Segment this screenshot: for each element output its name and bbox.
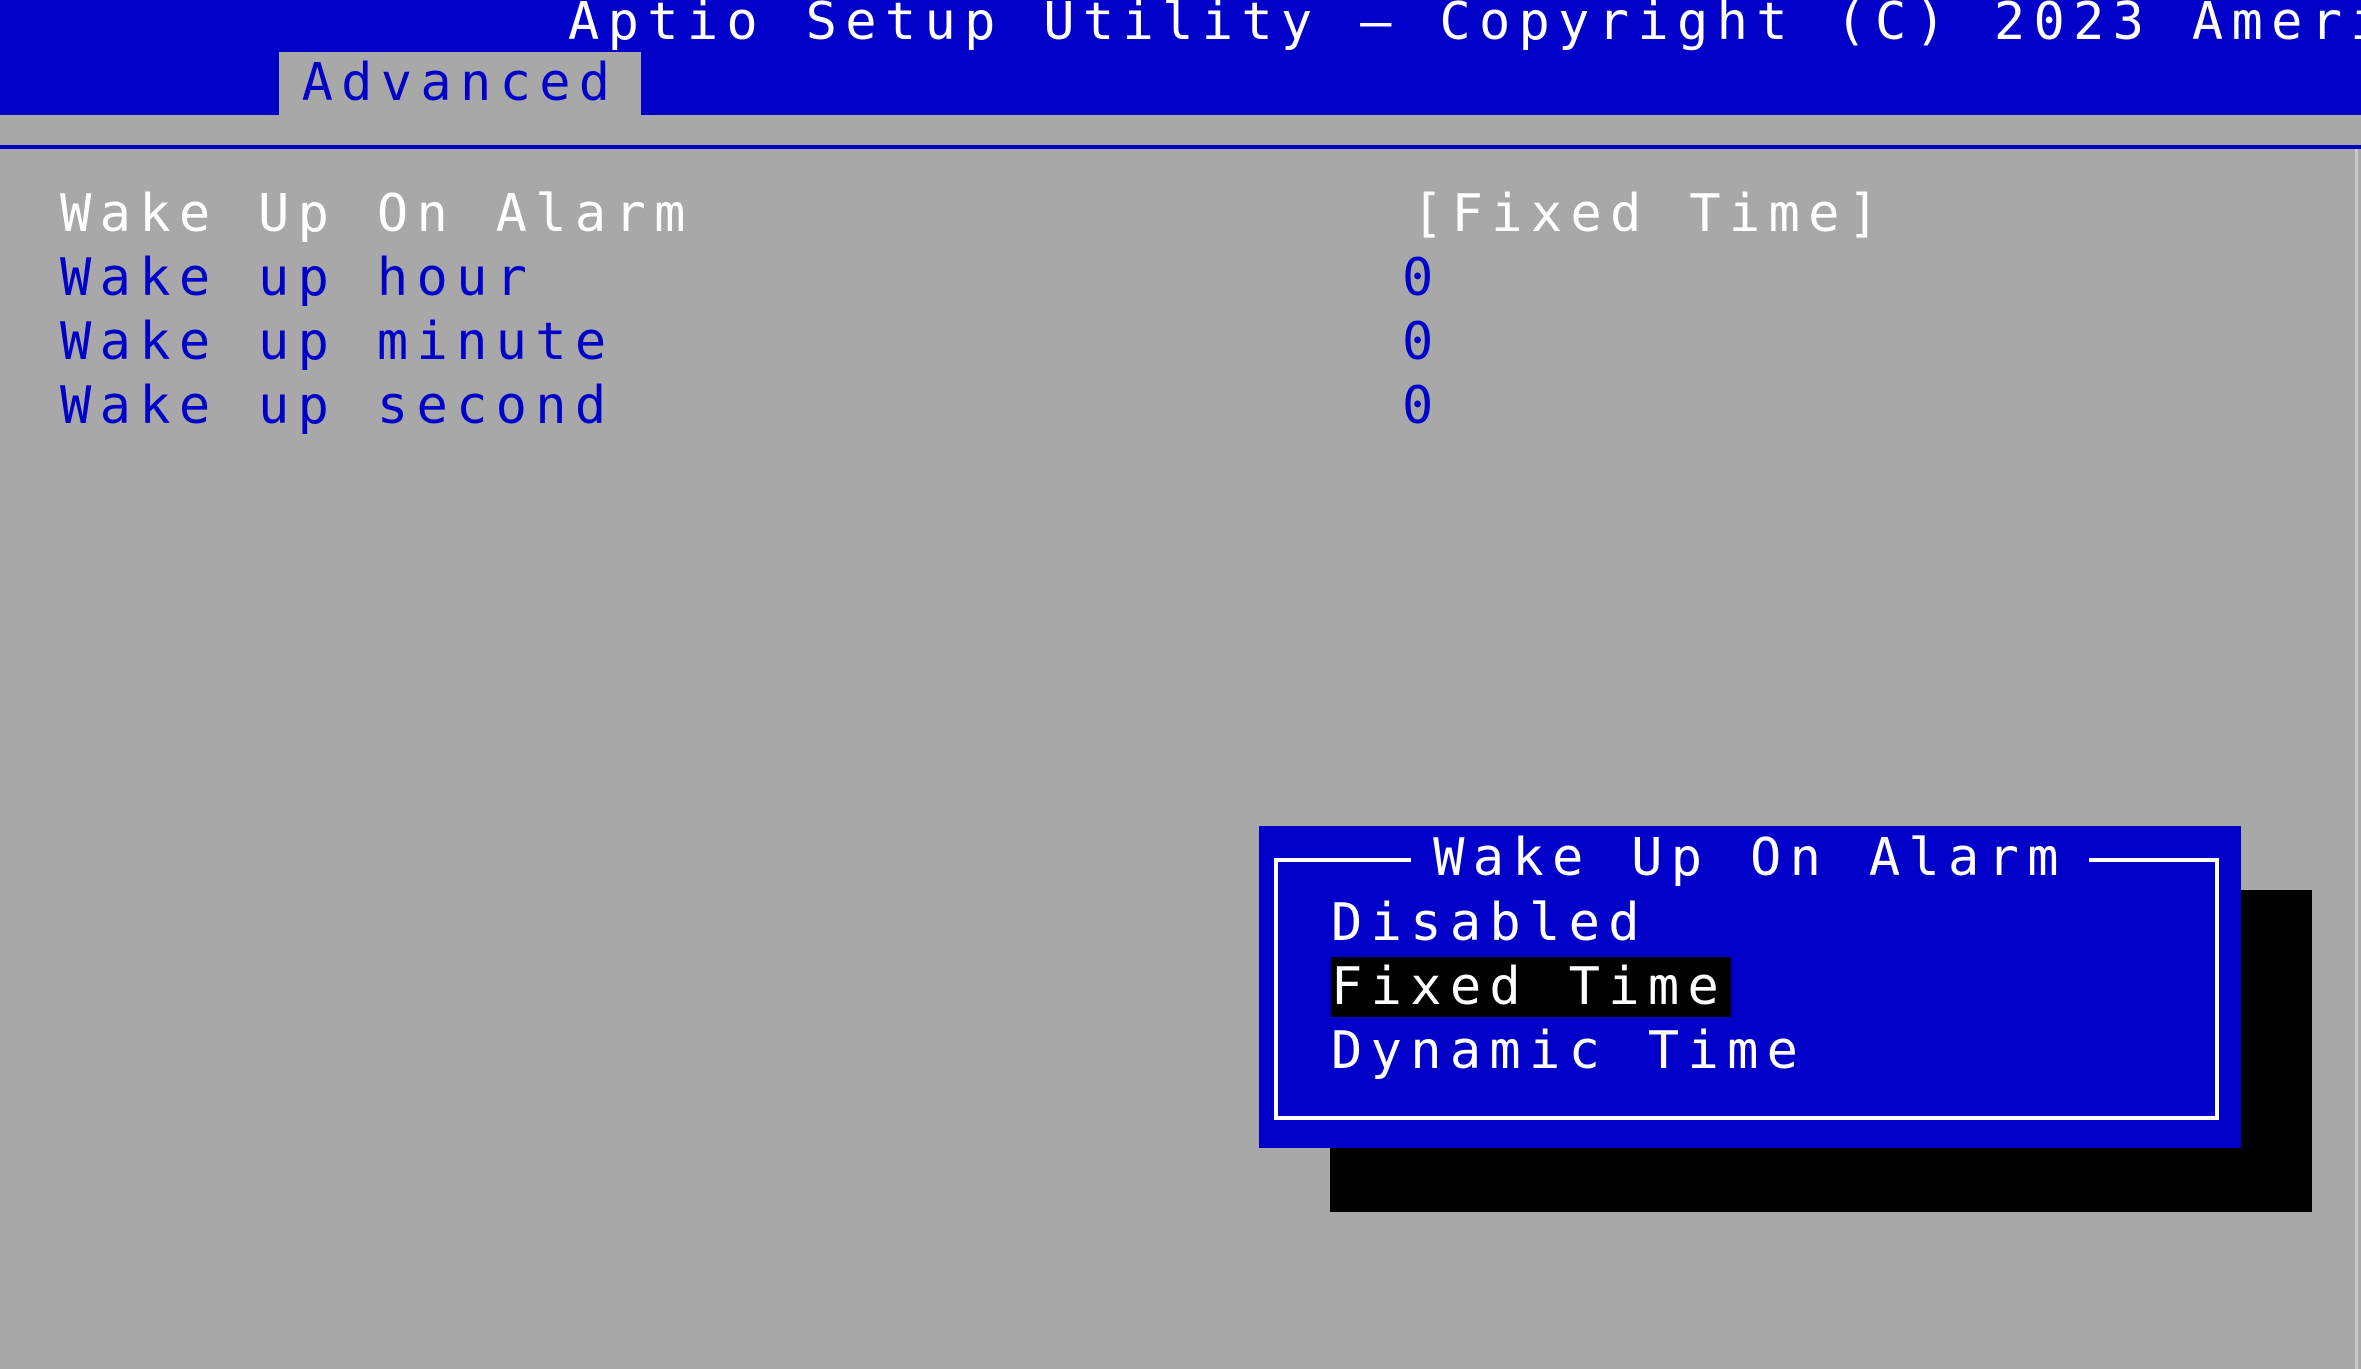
popup-title: Wake Up On Alarm: [1259, 826, 2241, 890]
bios-screen: Aptio Setup Utility – Copyright (C) 2023…: [0, 0, 2361, 1369]
setting-label: Wake up minute: [60, 312, 615, 372]
setting-wake-up-second[interactable]: Wake up second 0: [60, 374, 1860, 438]
option-popup: Wake Up On Alarm Disabled Fixed Time Dyn…: [1259, 826, 2241, 1148]
option-fixed-time[interactable]: Fixed Time: [1331, 957, 1732, 1017]
option-dynamic-time[interactable]: Dynamic Time: [1331, 1021, 1810, 1081]
header-separator: [0, 145, 2361, 149]
setting-value: 0: [1402, 248, 1442, 308]
header-bar: Aptio Setup Utility – Copyright (C) 2023…: [0, 0, 2361, 115]
setting-wake-up-hour[interactable]: Wake up hour 0: [60, 246, 1860, 310]
setting-wake-up-minute[interactable]: Wake up minute 0: [60, 310, 1860, 374]
header-title: Aptio Setup Utility – Copyright (C) 2023…: [568, 0, 2361, 52]
setting-value: [Fixed Time]: [1412, 184, 1888, 244]
setting-value: 0: [1402, 312, 1442, 372]
setting-label: Wake Up On Alarm: [60, 184, 694, 244]
setting-label: Wake up hour: [60, 248, 536, 308]
setting-value: 0: [1402, 376, 1442, 436]
right-border: [2355, 149, 2358, 1369]
popup-title-text: Wake Up On Alarm: [1411, 828, 2089, 888]
tab-advanced[interactable]: Advanced: [279, 52, 641, 115]
setting-wake-up-on-alarm[interactable]: Wake Up On Alarm [Fixed Time]: [60, 182, 1879, 246]
setting-label: Wake up second: [60, 376, 615, 436]
option-disabled[interactable]: Disabled: [1331, 893, 1652, 953]
